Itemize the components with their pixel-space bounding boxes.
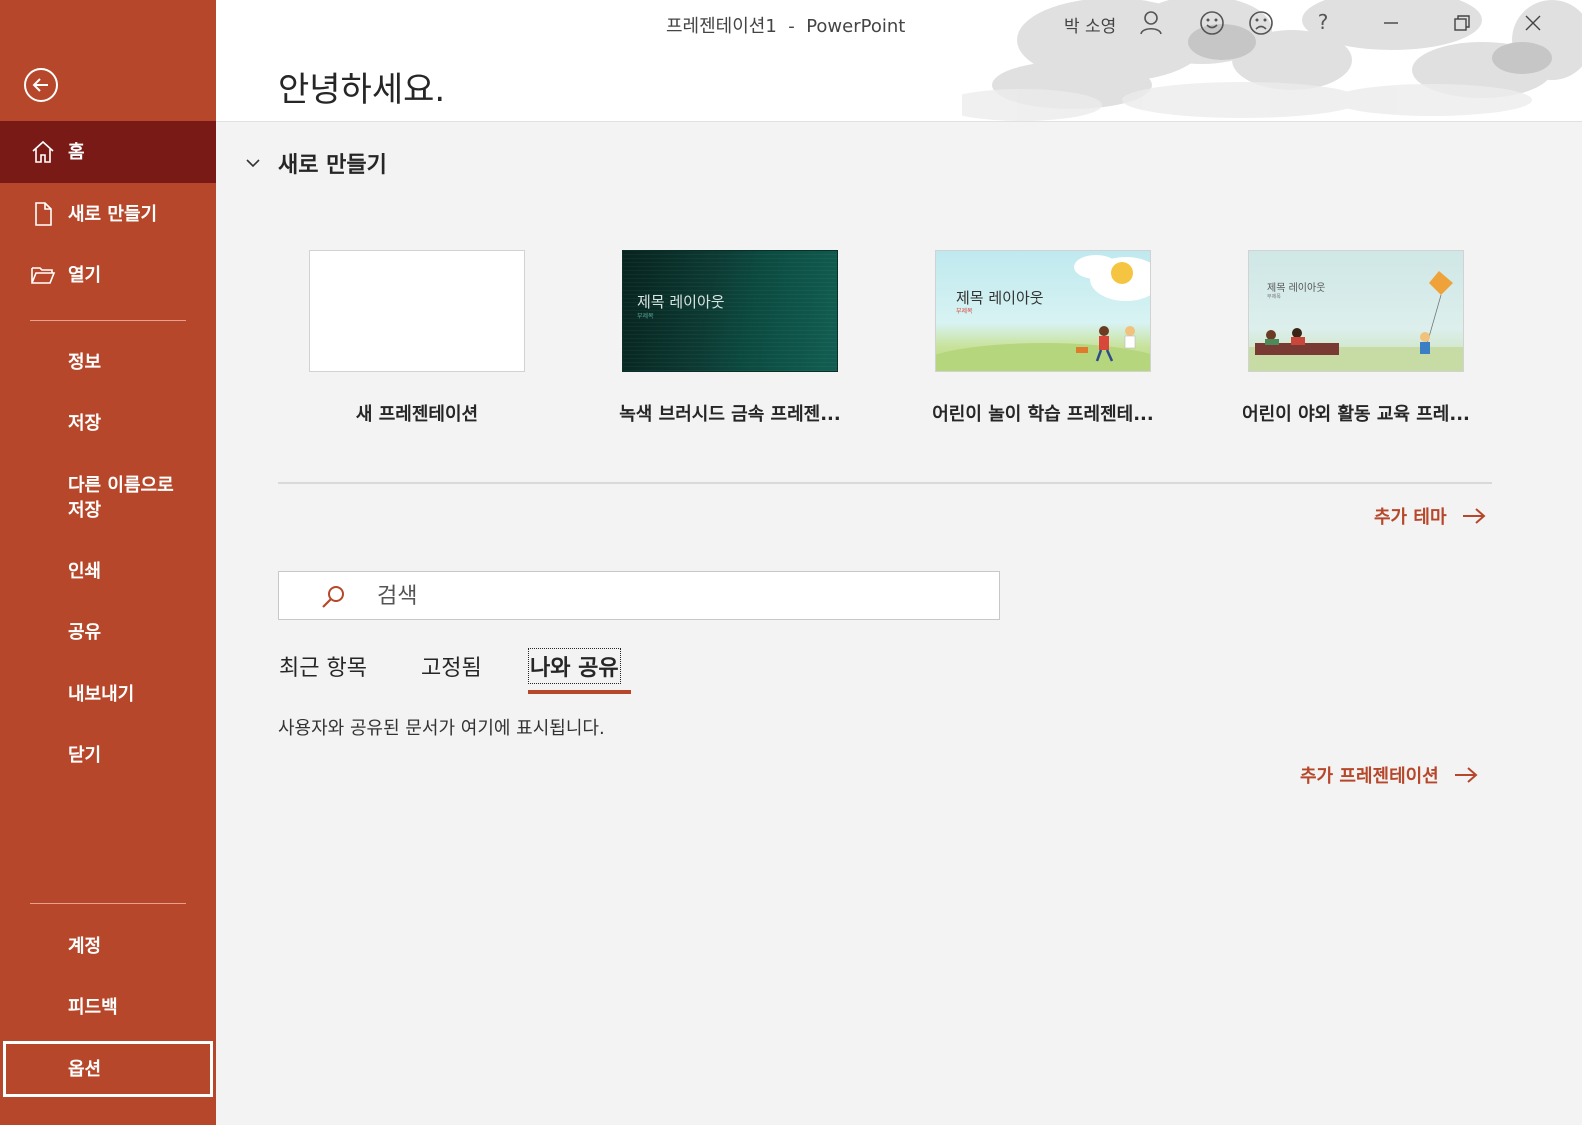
template-thumb-subtitle: 부제목 [956,308,973,315]
more-themes-link[interactable]: 추가 테마 [1374,503,1487,529]
frown-icon[interactable] [1246,8,1276,38]
help-button[interactable]: ? [1308,10,1338,40]
template-thumb-title: 제목 레이아웃 [956,289,1044,307]
tab-recent[interactable]: 최근 항목 [279,650,367,682]
sidebar-item-label: 다른 이름으로 저장 [68,475,174,521]
sidebar-divider [30,320,186,321]
template-kids-outdoor[interactable]: 제목 레이아웃 부제목 어린이 야외 활동 교육 프레... [1242,250,1470,425]
sidebar-item-label: 홈 [68,141,85,163]
template-name: 새 프레젠테이션 [355,404,479,425]
sidebar-item-label: 정보 [68,351,102,373]
more-presentations-link[interactable]: 추가 프레젠테이션 [1300,762,1479,788]
sidebar-item-options[interactable]: 옵션 [0,1038,216,1100]
sidebar-item-info[interactable]: 정보 [0,331,216,393]
arrow-left-icon [32,78,48,92]
backstage-header: 안녕하세요. 프레젠테이션1 - PowerPoint 박 소영 ? [216,0,1582,122]
empty-state-message: 사용자와 공유된 문서가 여기에 표시됩니다. [278,718,605,739]
template-thumbnail: 제목 레이아웃 부제목 [622,250,838,372]
new-section-header[interactable]: 새로 만들기 [244,148,387,178]
sidebar-item-feedback[interactable]: 피드백 [0,976,216,1038]
close-icon[interactable] [1518,8,1548,38]
folder-open-icon [31,267,56,284]
arrow-right-icon [1462,508,1486,524]
sidebar-item-label: 공유 [68,621,102,643]
search-box[interactable] [278,571,1000,620]
sidebar-item-export[interactable]: 내보내기 [0,663,216,725]
chevron-down-icon [246,159,260,168]
template-thumb-title: 제목 레이아웃 [1267,283,1326,294]
template-thumb-subtitle: 부제목 [637,313,654,320]
sidebar-item-save-as[interactable]: 다른 이름으로 저장 [0,467,216,529]
template-green-metal[interactable]: 제목 레이아웃 부제목 녹색 브러시드 금속 프레젠... [619,250,841,425]
sidebar-item-home[interactable]: 홈 [0,121,216,183]
tab-pinned[interactable]: 고정됨 [421,650,482,682]
sidebar-item-share[interactable]: 공유 [0,601,216,663]
kids-outdoor-illustration [1249,271,1463,371]
sidebar-item-label: 옵션 [68,1058,102,1080]
search-icon [322,586,344,608]
template-name: 어린이 놀이 학습 프레젠테... [932,404,1154,425]
home-icon [32,140,54,163]
search-input[interactable] [377,580,977,612]
sidebar-item-label: 열기 [68,264,102,286]
sidebar-item-print[interactable]: 인쇄 [0,540,216,602]
template-thumbnail [309,250,525,372]
active-tab-indicator [528,690,631,694]
more-themes-label: 추가 테마 [1374,507,1447,528]
template-blank[interactable]: 새 프레젠테이션 [309,250,525,425]
backstage-sidebar: 홈 새로 만들기 열기 정보 저장 다른 이름으로 저장 인쇄 공유 내보내기 … [0,0,216,1125]
template-thumb-title: 제목 레이아웃 [637,293,725,311]
template-thumbnail: 제목 레이아웃 부제목 [935,250,1151,372]
sidebar-item-label: 인쇄 [68,560,102,582]
template-name: 어린이 야외 활동 교육 프레... [1242,404,1470,425]
template-name: 녹색 브러시드 금속 프레젠... [619,404,841,425]
sidebar-item-open[interactable]: 열기 [0,244,216,306]
more-presentations-label: 추가 프레젠테이션 [1300,766,1439,787]
sidebar-item-account[interactable]: 계정 [0,915,216,977]
tab-shared[interactable]: 나와 공유 [528,648,621,684]
restore-icon[interactable] [1447,8,1477,38]
template-thumb-subtitle: 부제목 [1267,294,1281,300]
section-divider [278,482,1492,484]
greeting-heading: 안녕하세요. [278,70,446,110]
sidebar-item-new[interactable]: 새로 만들기 [0,183,216,245]
new-document-icon [35,202,52,226]
sidebar-item-label: 피드백 [68,996,118,1018]
sidebar-divider [30,903,186,904]
arrow-right-icon [1454,767,1478,783]
window-title: 프레젠테이션1 - PowerPoint [666,16,906,37]
template-kids-play[interactable]: 제목 레이아웃 부제목 어린이 놀이 학습 프레젠테... [932,250,1154,425]
sidebar-item-save[interactable]: 저장 [0,392,216,454]
sidebar-item-label: 닫기 [68,744,102,766]
template-thumbnail: 제목 레이아웃 부제목 [1248,250,1464,372]
back-button[interactable] [24,68,58,102]
smile-icon[interactable] [1197,8,1227,38]
sidebar-item-label: 계정 [68,935,102,957]
person-icon[interactable] [1136,8,1166,38]
sidebar-item-close[interactable]: 닫기 [0,724,216,786]
minimize-icon[interactable] [1376,8,1406,38]
user-name[interactable]: 박 소영 [1064,12,1116,37]
sidebar-item-label: 새로 만들기 [68,203,158,225]
new-section-title: 새로 만들기 [278,153,387,178]
sidebar-item-label: 내보내기 [68,683,135,705]
sidebar-item-label: 저장 [68,412,102,434]
